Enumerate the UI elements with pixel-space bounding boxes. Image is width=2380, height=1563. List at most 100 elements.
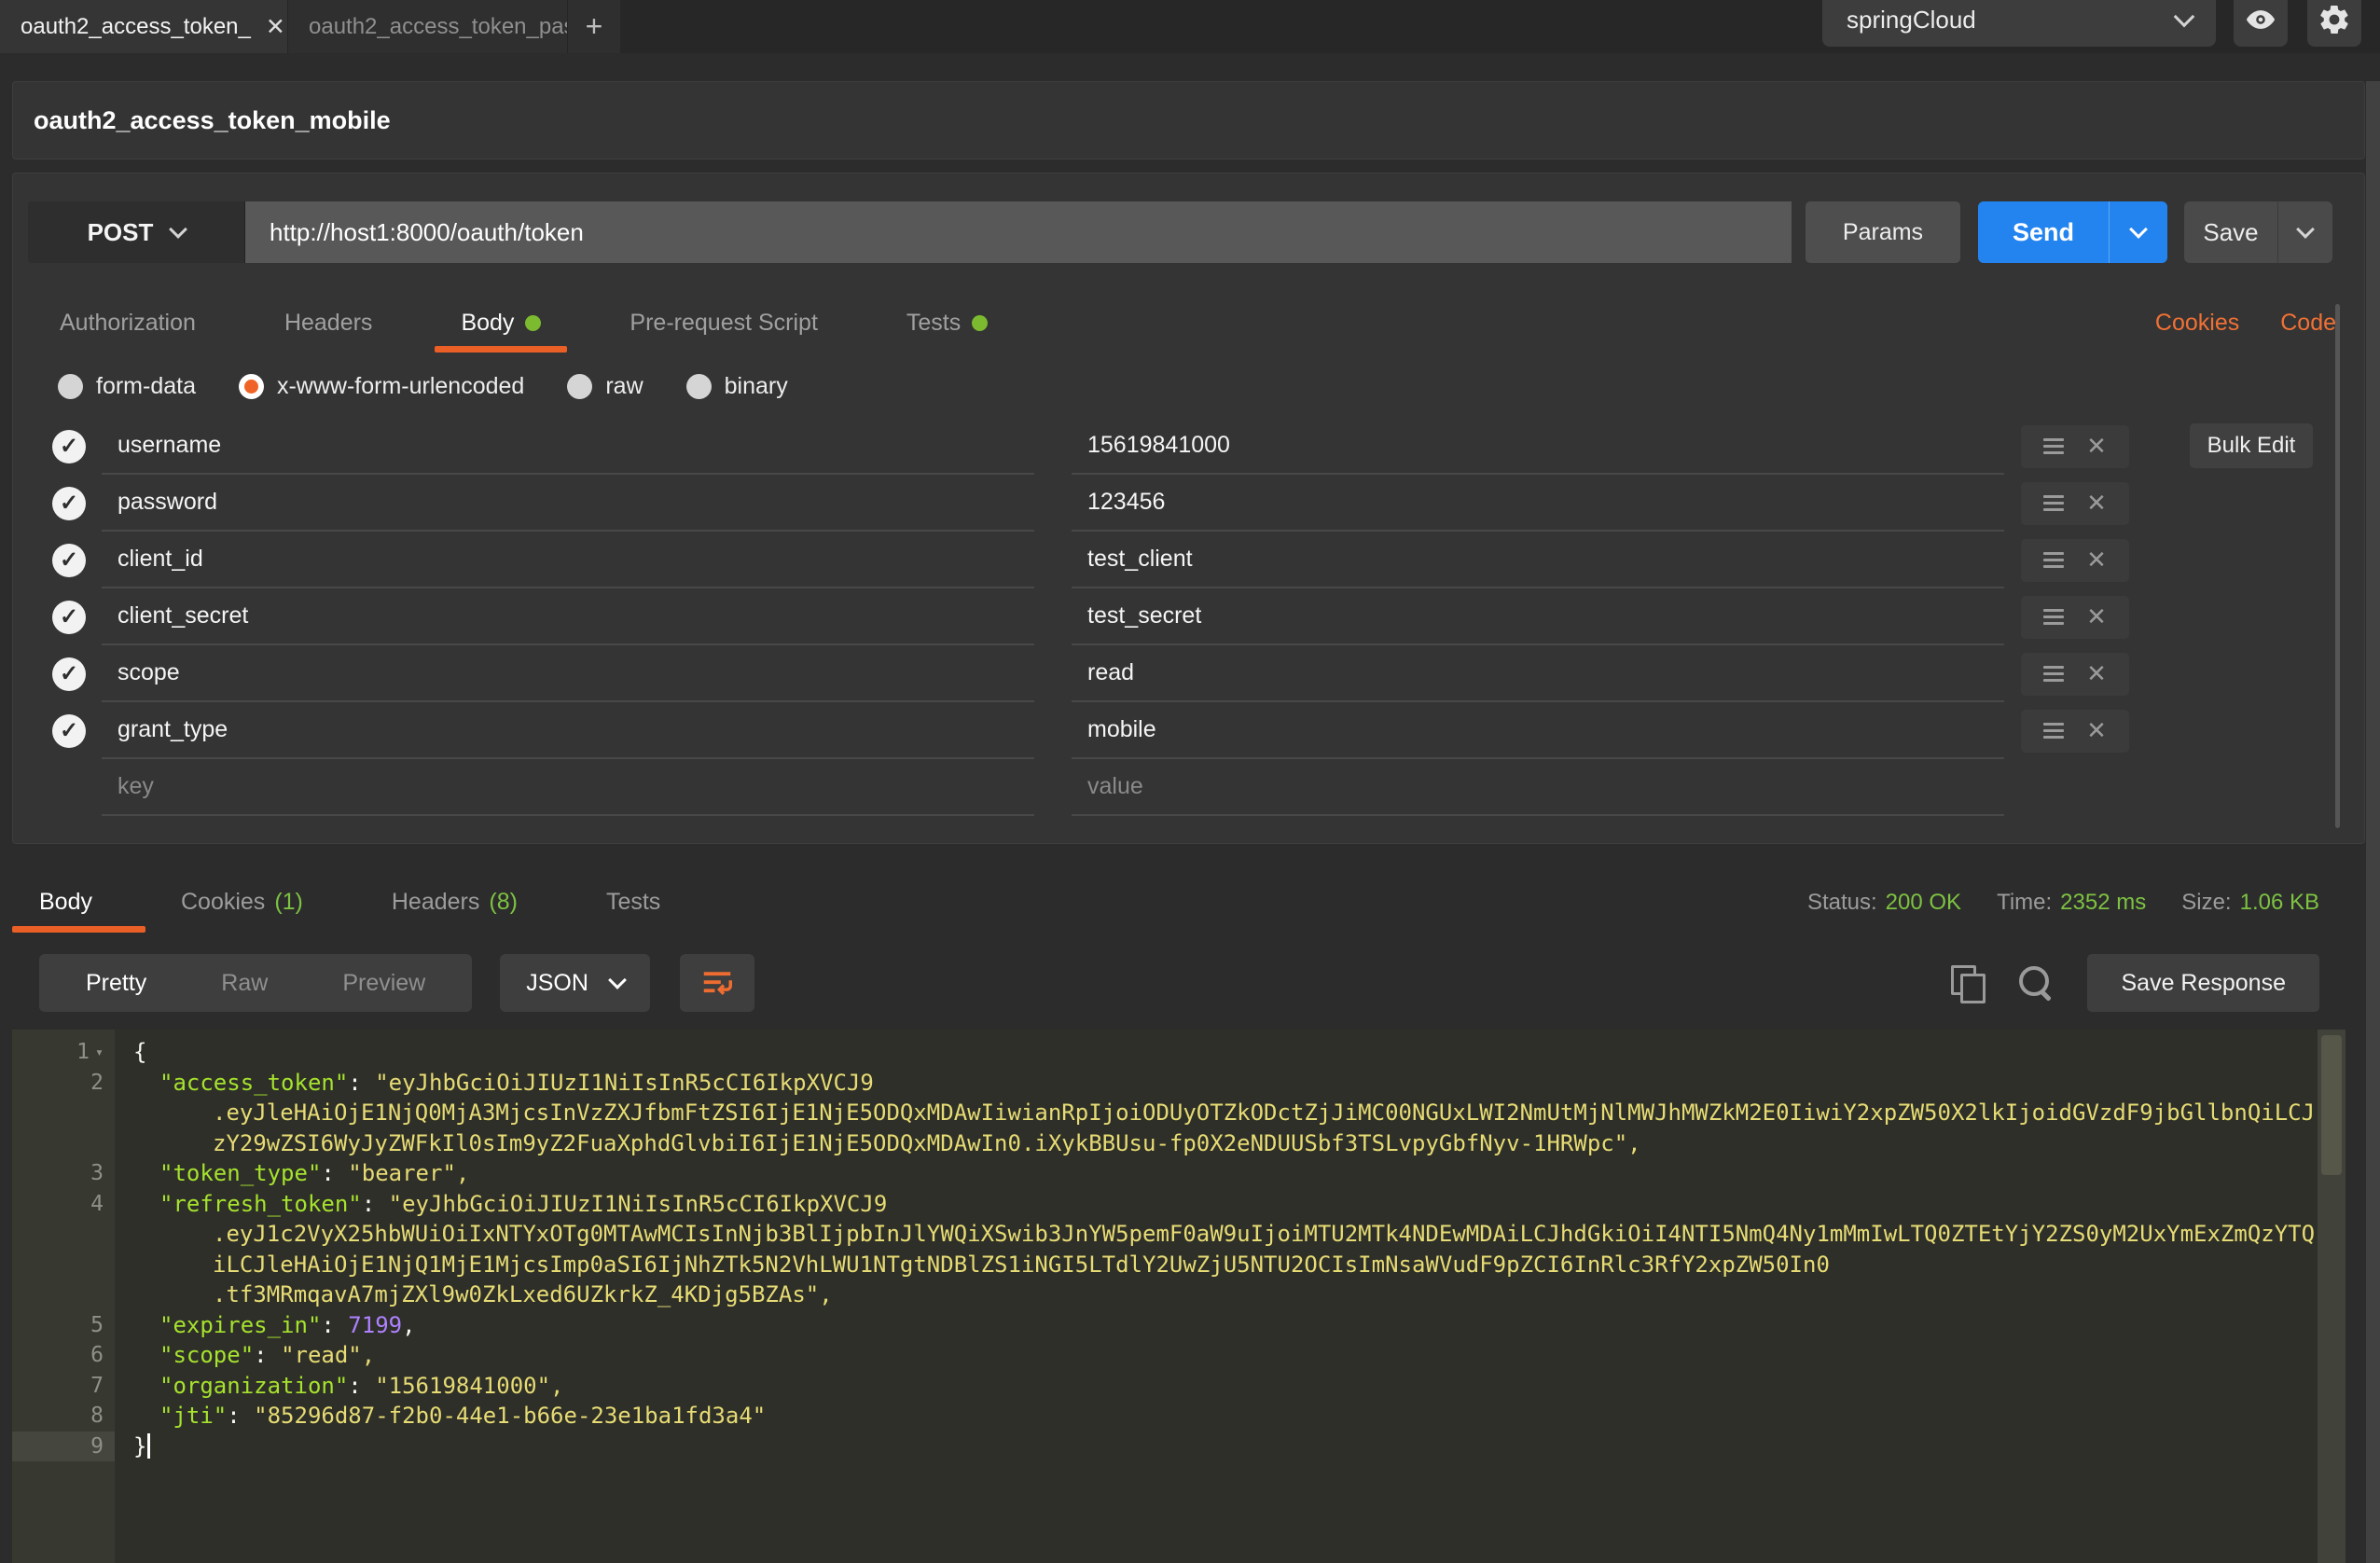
- method-select[interactable]: POST: [28, 201, 245, 263]
- delete-row-icon[interactable]: ✕: [2086, 432, 2107, 461]
- json-token: "85296d87-f2b0-44e1-b66e-23e1ba1fd3a4": [254, 1403, 766, 1429]
- view-mode-group: Pretty Raw Preview: [39, 954, 472, 1012]
- save-button[interactable]: Save: [2184, 201, 2277, 263]
- drag-handle-icon[interactable]: [2043, 662, 2064, 685]
- params-list: ✓ username 15619841000 ✕ ✓ password 123456 ✕ ✓ cl…: [13, 418, 2364, 816]
- drag-handle-icon[interactable]: [2043, 491, 2064, 515]
- size-badge: Size: 1.06 KB: [2181, 890, 2319, 916]
- fold-arrow-icon[interactable]: ▾: [95, 1044, 104, 1060]
- param-value-cell[interactable]: test_client: [1072, 532, 2004, 588]
- page-scrollbar[interactable]: [2366, 81, 2380, 1563]
- code-text: .tf3MRmqavA7mjZXl9w0ZkLxed6UZkrkZ_4KDjg5…: [115, 1281, 833, 1307]
- delete-row-icon[interactable]: ✕: [2086, 659, 2107, 688]
- row-checkbox[interactable]: ✓: [52, 487, 86, 520]
- row-controls: ✕: [2021, 710, 2129, 753]
- param-key-cell[interactable]: username: [102, 418, 1034, 475]
- radio-form-data[interactable]: form-data: [58, 373, 196, 400]
- tab-headers[interactable]: Headers: [284, 293, 373, 353]
- view-preview[interactable]: Preview: [305, 970, 463, 997]
- radio-binary[interactable]: binary: [686, 373, 788, 400]
- search-icon[interactable]: [2018, 965, 2054, 1001]
- request-tab-inactive[interactable]: oauth2_access_token_passv: [287, 0, 567, 53]
- code-link[interactable]: Code: [2280, 310, 2336, 337]
- cookies-link[interactable]: Cookies: [2155, 310, 2239, 337]
- drag-handle-icon[interactable]: [2043, 435, 2064, 458]
- chevron-down-icon: [608, 971, 627, 989]
- builder-scrollbar[interactable]: [2335, 304, 2340, 828]
- param-value-cell[interactable]: value: [1072, 759, 2004, 816]
- send-button-group: Send: [1978, 201, 2167, 263]
- drag-handle-icon[interactable]: [2043, 548, 2064, 572]
- delete-row-icon[interactable]: ✕: [2086, 716, 2107, 745]
- delete-row-icon[interactable]: ✕: [2086, 546, 2107, 574]
- param-value-cell[interactable]: read: [1072, 645, 2004, 702]
- code-line: 4"refresh_token": "eyJhbGciOiJIUzI1NiIsI…: [12, 1189, 2314, 1220]
- tab-body[interactable]: Body: [461, 293, 541, 353]
- radio-raw[interactable]: raw: [567, 373, 643, 400]
- param-value-cell[interactable]: test_secret: [1072, 588, 2004, 645]
- param-key-cell[interactable]: password: [102, 475, 1034, 532]
- request-tab-active[interactable]: oauth2_access_token_ ✕: [0, 0, 287, 53]
- environment-preview-button[interactable]: [2234, 0, 2288, 47]
- checkmark-icon: ✓: [60, 546, 78, 574]
- tab-authorization[interactable]: Authorization: [60, 293, 196, 353]
- line-number: 8: [12, 1401, 115, 1432]
- tab-tests[interactable]: Tests: [906, 293, 988, 353]
- param-value-cell[interactable]: 15619841000: [1072, 418, 2004, 475]
- code-text: "organization": "15619841000",: [115, 1373, 564, 1399]
- drag-handle-icon[interactable]: [2043, 605, 2064, 629]
- json-token: "access_token": [159, 1070, 348, 1096]
- param-key-cell[interactable]: scope: [102, 645, 1034, 702]
- settings-button[interactable]: [2307, 0, 2361, 47]
- line-number: 3: [12, 1158, 115, 1189]
- radio-x-www-form-urlencoded[interactable]: x-www-form-urlencoded: [239, 373, 524, 400]
- code-scrollbar-thumb[interactable]: [2321, 1035, 2342, 1175]
- chevron-down-icon: [2174, 6, 2195, 27]
- code-scrollbar-track[interactable]: [2318, 1030, 2345, 1563]
- request-name: oauth2_access_token_mobile: [34, 106, 391, 135]
- line-number: 5: [12, 1310, 115, 1341]
- new-tab-button[interactable]: +: [567, 0, 620, 53]
- save-options-button[interactable]: [2277, 201, 2332, 263]
- view-raw[interactable]: Raw: [184, 970, 305, 997]
- param-key-cell[interactable]: grant_type: [102, 702, 1034, 759]
- response-tab-cookies[interactable]: Cookies (1): [181, 872, 303, 933]
- row-checkbox[interactable]: ✓: [52, 544, 86, 577]
- param-key-cell[interactable]: client_id: [102, 532, 1034, 588]
- line-number-text: 4: [90, 1192, 104, 1216]
- row-checkbox[interactable]: ✓: [52, 714, 86, 748]
- param-value-cell[interactable]: 123456: [1072, 475, 2004, 532]
- url-value: http://host1:8000/oauth/token: [270, 218, 584, 247]
- code-text: "expires_in": 7199,: [115, 1312, 416, 1338]
- response-tab-body[interactable]: Body: [39, 872, 92, 933]
- url-input[interactable]: http://host1:8000/oauth/token: [245, 201, 1792, 263]
- json-token: iLCJleHAiOjE1NjQ1MjE1MjcsImp0aSI6IjNhZTk…: [213, 1252, 1830, 1278]
- json-token: "15619841000",: [375, 1373, 563, 1399]
- view-pretty[interactable]: Pretty: [48, 970, 184, 997]
- row-checkbox[interactable]: ✓: [52, 657, 86, 691]
- row-checkbox[interactable]: ✓: [52, 601, 86, 634]
- send-options-button[interactable]: [2109, 201, 2167, 263]
- wrap-text-button[interactable]: [680, 954, 754, 1012]
- delete-row-icon[interactable]: ✕: [2086, 489, 2107, 518]
- chevron-down-icon: [169, 220, 187, 239]
- format-select[interactable]: JSON: [500, 954, 650, 1012]
- response-tab-tests[interactable]: Tests: [606, 872, 660, 933]
- response-tab-headers[interactable]: Headers (8): [392, 872, 518, 933]
- close-icon[interactable]: ✕: [266, 13, 285, 41]
- param-key-cell[interactable]: client_secret: [102, 588, 1034, 645]
- environment-selector[interactable]: springCloud: [1822, 0, 2216, 47]
- delete-row-icon[interactable]: ✕: [2086, 602, 2107, 631]
- param-key-cell[interactable]: key: [102, 759, 1034, 816]
- param-value-cell[interactable]: mobile: [1072, 702, 2004, 759]
- line-number-text: 9: [90, 1434, 104, 1459]
- row-checkbox[interactable]: ✓: [52, 430, 86, 463]
- params-button[interactable]: Params: [1806, 201, 1960, 263]
- bulk-edit-button[interactable]: Bulk Edit: [2190, 423, 2313, 468]
- tab-pre-request-script[interactable]: Pre-request Script: [630, 293, 817, 353]
- save-response-button[interactable]: Save Response: [2087, 954, 2319, 1012]
- code-text: "scope": "read",: [115, 1342, 375, 1368]
- copy-icon[interactable]: [1951, 965, 1985, 1001]
- drag-handle-icon[interactable]: [2043, 719, 2064, 742]
- send-button[interactable]: Send: [1978, 201, 2109, 263]
